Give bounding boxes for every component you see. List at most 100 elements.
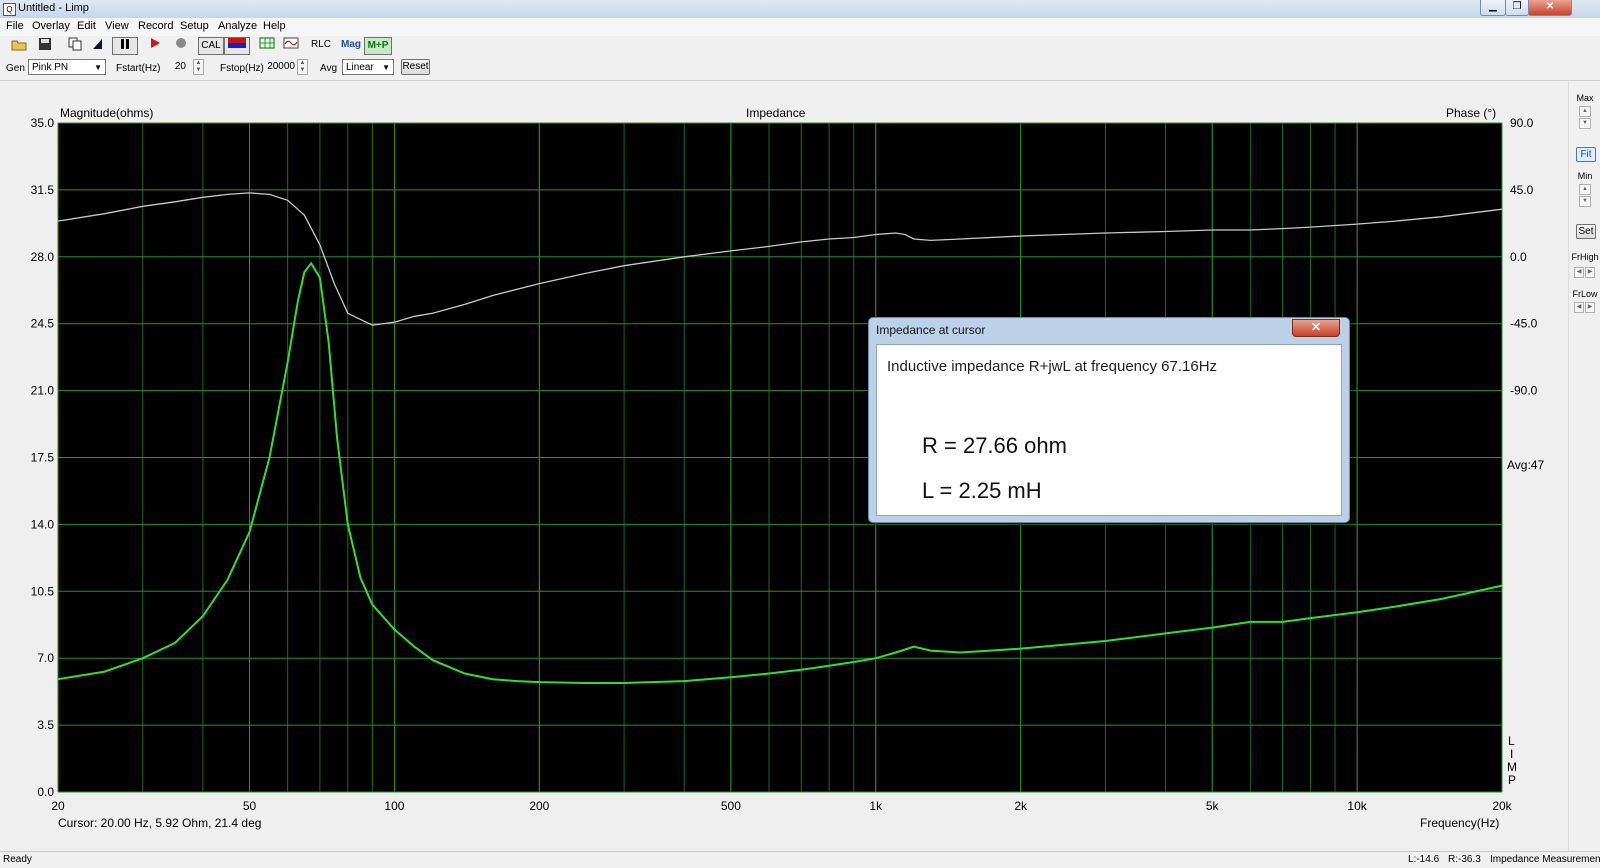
minimize-icon: ▁ — [1489, 1, 1497, 12]
fstart-spinner[interactable]: ▲ ▼ — [193, 59, 204, 75]
y-tick-label: 10.5 — [31, 584, 55, 598]
color-swatch-icon — [228, 38, 246, 48]
fstop-input[interactable]: 20000 — [262, 59, 295, 75]
generator-select[interactable]: Pink PN ▼ — [28, 59, 106, 75]
cal-button[interactable]: CAL — [198, 37, 224, 55]
y2-tick-label: -45.0 — [1510, 317, 1538, 331]
fstop-label: Fstop(Hz) — [220, 63, 264, 74]
dialog-body: Inductive impedance R+jwL at frequency 6… — [876, 344, 1342, 516]
x-tick-label: 50 — [243, 799, 257, 811]
save-button[interactable] — [36, 37, 54, 53]
set-button[interactable]: Set — [1576, 224, 1596, 239]
impedance-description: Inductive impedance R+jwL at frequency 6… — [887, 358, 1218, 375]
title-bar: Q Untitled - Limp ▁ ❐ ✕ — [0, 0, 1600, 19]
chevron-down-icon: ▼ — [382, 63, 390, 72]
y-tick-label: 17.5 — [31, 451, 55, 465]
y-tick-label: 7.0 — [37, 651, 54, 665]
app-icon: Q — [3, 3, 16, 16]
menu-overlay[interactable]: Overlay — [32, 20, 70, 32]
max-up-button[interactable]: ▲ — [1579, 106, 1591, 117]
dialog-close-button[interactable]: ✕ — [1292, 319, 1340, 337]
smoothing-button[interactable] — [282, 37, 300, 53]
chevron-down-icon: ▼ — [94, 63, 102, 72]
save-icon — [39, 38, 51, 50]
fstart-input[interactable]: 20 — [160, 59, 186, 75]
frlow-label: FrLow — [1572, 289, 1598, 299]
minimize-button[interactable]: ▁ — [1480, 0, 1506, 16]
min-down-button[interactable]: ▼ — [1579, 196, 1591, 207]
maximize-button[interactable]: ❐ — [1505, 0, 1529, 16]
color-button[interactable] — [224, 37, 250, 55]
x-tick-label: 500 — [721, 799, 741, 811]
close-icon: ✕ — [1310, 320, 1322, 334]
y-tick-label: 24.5 — [31, 317, 55, 331]
pause-button[interactable] — [112, 37, 138, 55]
impedance-at-cursor-dialog: Impedance at cursor ✕ Inductive impedanc… — [868, 317, 1350, 523]
fit-button[interactable]: Fit — [1576, 147, 1596, 162]
mag-phase-button[interactable]: M+P — [364, 37, 392, 55]
frlow-left-button[interactable]: ◀ — [1574, 302, 1584, 313]
status-bar: Ready L:-14.6 R:-36.3 Impedance Measurem… — [0, 851, 1600, 868]
menu-bar: File Overlay Edit View Record Setup Anal… — [0, 18, 1600, 36]
record-icon — [176, 38, 186, 48]
params-bar: Gen Pink PN ▼ Fstart(Hz) 20 ▲ ▼ Fstop(Hz)… — [0, 56, 1600, 81]
x-tick-label: 10k — [1347, 799, 1367, 811]
status-right-level: R:-36.3 — [1448, 854, 1481, 865]
grid-icon — [259, 37, 275, 49]
y-tick-label: 3.5 — [37, 718, 54, 732]
frhigh-left-button[interactable]: ◀ — [1574, 267, 1584, 278]
menu-file[interactable]: File — [6, 20, 24, 32]
play-button[interactable] — [146, 37, 164, 53]
restore-icon: ❐ — [1512, 1, 1522, 12]
close-icon: ✕ — [1545, 1, 1555, 12]
status-left-level: L:-14.6 — [1408, 854, 1440, 865]
x-tick-label: 5k — [1206, 799, 1220, 811]
avg-select[interactable]: Linear ▼ — [342, 59, 394, 75]
min-up-button[interactable]: ▲ — [1579, 184, 1591, 195]
gen-label: Gen — [6, 63, 25, 74]
copy-icon — [68, 37, 82, 51]
record-button[interactable] — [172, 37, 190, 53]
play-icon — [151, 38, 160, 48]
wave-icon — [283, 37, 299, 49]
menu-view[interactable]: View — [105, 20, 129, 32]
generator-value: Pink PN — [32, 62, 69, 73]
open-button[interactable] — [10, 37, 28, 53]
mag-button[interactable]: Mag — [340, 37, 362, 53]
frequency-axis-label: Frequency(Hz) — [1420, 816, 1500, 830]
y-tick-label: 31.5 — [31, 183, 55, 197]
scale-panel: Max ▲ ▼ Fit Min ▲ ▼ Set FrHigh ◀ ▶ FrLow… — [1568, 81, 1600, 851]
menu-record[interactable]: Record — [138, 20, 173, 32]
menu-edit[interactable]: Edit — [77, 20, 96, 32]
grid-button[interactable] — [258, 37, 276, 53]
close-button[interactable]: ✕ — [1528, 0, 1572, 16]
copy-button[interactable] — [66, 37, 84, 53]
window-title: Untitled - Limp — [18, 2, 89, 14]
y2-tick-label: -90.0 — [1510, 384, 1538, 398]
menu-setup[interactable]: Setup — [180, 20, 209, 32]
frlow-right-button[interactable]: ▶ — [1585, 302, 1595, 313]
open-folder-icon — [11, 40, 27, 51]
min-label: Min — [1577, 171, 1593, 181]
rlc-button[interactable]: RLC — [310, 37, 332, 53]
max-label: Max — [1576, 93, 1594, 103]
resistance-value: R = 27.66 ohm — [922, 433, 1067, 458]
cursor-tool-button[interactable] — [88, 37, 106, 53]
x-tick-label: 20k — [1492, 799, 1512, 811]
frhigh-right-button[interactable]: ▶ — [1585, 267, 1595, 278]
x-tick-label: 100 — [384, 799, 404, 811]
x-tick-label: 200 — [529, 799, 549, 811]
fstop-spinner[interactable]: ▲ ▼ — [297, 59, 308, 75]
fstart-label: Fstart(Hz) — [116, 63, 161, 74]
x-tick-label: 1k — [869, 799, 883, 811]
avg-label: Avg — [320, 63, 338, 74]
reset-button[interactable]: Reset — [401, 59, 430, 75]
menu-help[interactable]: Help — [263, 20, 286, 32]
pause-icon — [121, 39, 129, 49]
max-down-button[interactable]: ▼ — [1579, 118, 1591, 129]
y-tick-label: 35.0 — [31, 116, 55, 130]
avg-value: Linear — [346, 62, 374, 73]
y2-tick-label: 0.0 — [1510, 250, 1527, 264]
menu-analyze[interactable]: Analyze — [218, 20, 257, 32]
inductance-value: L = 2.25 mH — [922, 478, 1042, 503]
